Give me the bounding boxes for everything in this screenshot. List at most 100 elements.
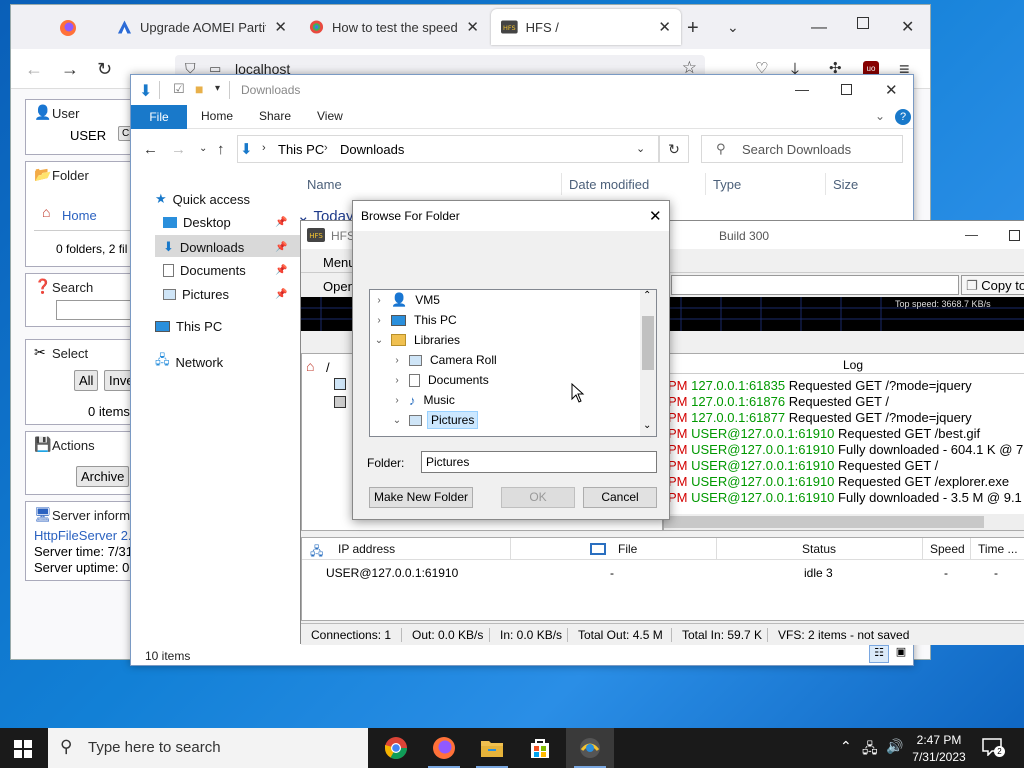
- expand-icon[interactable]: ›: [372, 315, 386, 326]
- vfs-root-label[interactable]: /: [326, 360, 330, 375]
- column-header-speed[interactable]: Speed: [930, 542, 965, 556]
- column-header-time[interactable]: Time ...: [978, 542, 1018, 556]
- column-header-type[interactable]: Type: [713, 177, 741, 192]
- tree-node-pictures[interactable]: ⌄ Pictures: [370, 410, 638, 430]
- scroll-up-icon[interactable]: ⌃: [643, 290, 651, 301]
- tree-node-music[interactable]: › ♪ Music: [370, 390, 638, 410]
- taskbar-hfs[interactable]: [566, 728, 614, 768]
- close-tab-icon[interactable]: ✕: [466, 18, 479, 36]
- nav-pictures[interactable]: Pictures 📌: [163, 287, 287, 302]
- expand-ribbon-icon[interactable]: ⌄: [875, 109, 885, 123]
- tree-node-documents[interactable]: › Documents: [370, 370, 638, 390]
- close-icon[interactable]: ✕: [901, 17, 914, 37]
- expand-icon[interactable]: ›: [372, 295, 386, 306]
- url-field[interactable]: [671, 275, 959, 295]
- folder-input[interactable]: Pictures: [421, 451, 657, 473]
- menu-button[interactable]: Menu: [323, 255, 356, 270]
- column-header-date[interactable]: Date modified: [569, 177, 649, 192]
- address-bar[interactable]: ⬇ › This PC › Downloads ⌄: [237, 135, 659, 163]
- nav-documents[interactable]: Documents 📌: [163, 263, 287, 278]
- expand-icon[interactable]: ›: [390, 395, 404, 406]
- up-icon[interactable]: ↑: [217, 141, 225, 158]
- scrollbar-thumb[interactable]: [642, 316, 654, 370]
- expand-icon[interactable]: ›: [390, 355, 404, 366]
- column-header-ip[interactable]: IP address: [338, 542, 395, 556]
- maximize-icon[interactable]: [1009, 230, 1020, 241]
- close-tab-icon[interactable]: ✕: [274, 18, 287, 36]
- help-icon[interactable]: ?: [895, 109, 911, 125]
- details-view-icon[interactable]: ☷: [869, 645, 889, 663]
- tree-node-vm5[interactable]: › 👤 VM5: [370, 290, 638, 310]
- server-name-link[interactable]: HttpFileServer 2.3: [34, 528, 139, 543]
- recent-locations-icon[interactable]: ⌄: [199, 143, 207, 154]
- firefox-icon[interactable]: [59, 19, 77, 37]
- network-status-icon[interactable]: 🖧: [862, 738, 878, 762]
- new-tab-icon[interactable]: +: [687, 17, 699, 40]
- new-folder-icon[interactable]: ■: [195, 81, 203, 97]
- tab-hfs[interactable]: HFS HFS / ✕: [491, 9, 681, 45]
- minimize-icon[interactable]: —: [811, 19, 827, 37]
- windows-start-icon[interactable]: [14, 740, 32, 758]
- scrollbar-thumb[interactable]: [664, 516, 984, 528]
- breadcrumb-this-pc[interactable]: This PC: [278, 142, 324, 157]
- close-icon[interactable]: ✕: [649, 207, 662, 225]
- chevron-down-icon[interactable]: ⌄: [727, 19, 739, 36]
- large-icons-view-icon[interactable]: ▣: [891, 645, 911, 663]
- file-icon[interactable]: [334, 396, 346, 408]
- minimize-icon[interactable]: —: [795, 81, 809, 97]
- notifications-icon[interactable]: 2: [982, 738, 1005, 757]
- volume-icon[interactable]: 🔊: [886, 738, 903, 755]
- maximize-icon[interactable]: [841, 84, 852, 95]
- forward-icon[interactable]: →: [61, 59, 79, 80]
- forward-icon[interactable]: →: [171, 141, 186, 158]
- taskbar-chrome[interactable]: [372, 728, 420, 768]
- chevron-down-icon[interactable]: ⌄: [636, 142, 645, 155]
- open-in-browser-button[interactable]: Open: [323, 279, 355, 294]
- nav-quick-access[interactable]: ★ Quick access: [155, 191, 250, 207]
- tree-node-this-pc[interactable]: › This PC: [370, 310, 638, 330]
- home-link[interactable]: Home: [62, 208, 97, 223]
- maximize-icon[interactable]: [857, 17, 869, 29]
- taskbar-file-explorer[interactable]: [468, 728, 516, 768]
- nav-network[interactable]: 🖧 Network: [155, 351, 223, 373]
- clock-date[interactable]: 7/31/2023: [908, 750, 970, 764]
- column-header-file[interactable]: File: [618, 542, 637, 556]
- taskbar-firefox[interactable]: [420, 728, 468, 768]
- copy-to-clipboard-button[interactable]: ❐ Copy to: [961, 275, 1024, 295]
- nav-downloads[interactable]: ⬇ Downloads 📌: [163, 239, 287, 255]
- clock-time[interactable]: 2:47 PM: [914, 733, 964, 747]
- table-row[interactable]: USER@127.0.0.1:61910 - idle 3 - -: [302, 562, 1024, 582]
- file-icon[interactable]: [334, 378, 346, 390]
- column-header-size[interactable]: Size: [833, 177, 858, 192]
- ribbon-tab-file[interactable]: File: [131, 105, 187, 129]
- ribbon-tab-view[interactable]: View: [317, 109, 343, 123]
- vertical-scrollbar[interactable]: ⌃ ⌄: [640, 290, 656, 436]
- expand-icon[interactable]: ›: [390, 375, 404, 386]
- breadcrumb-downloads[interactable]: Downloads: [340, 142, 404, 157]
- nav-desktop[interactable]: Desktop 📌: [163, 215, 287, 230]
- properties-icon[interactable]: ☑: [173, 81, 185, 97]
- close-tab-icon[interactable]: ✕: [658, 18, 671, 36]
- tree-node-camera-roll[interactable]: › Camera Roll: [370, 350, 638, 370]
- make-new-folder-button[interactable]: Make New Folder: [369, 487, 473, 508]
- select-all-button[interactable]: All: [74, 370, 99, 391]
- tree-node-libraries[interactable]: ⌄ Libraries: [370, 330, 638, 350]
- tab-aomei[interactable]: Upgrade AOMEI Partition ✕: [107, 9, 297, 45]
- cancel-button[interactable]: Cancel: [583, 487, 657, 508]
- close-icon[interactable]: ✕: [885, 81, 898, 99]
- quick-access-toolbar-dropdown-icon[interactable]: ▾: [215, 83, 220, 94]
- ribbon-tab-home[interactable]: Home: [201, 109, 233, 123]
- tab-speed-test[interactable]: How to test the speed of ✕: [299, 9, 489, 45]
- back-icon[interactable]: ←: [25, 59, 43, 80]
- back-icon[interactable]: ←: [143, 141, 158, 158]
- reload-icon[interactable]: ↻: [97, 59, 112, 80]
- taskbar-search-box[interactable]: ⚲ Type here to search: [48, 728, 368, 768]
- show-hidden-icons-icon[interactable]: ⌃: [840, 738, 852, 755]
- folder-tree[interactable]: › 👤 VM5 › This PC ⌄ Libraries › Camera R…: [369, 289, 657, 437]
- column-header-status[interactable]: Status: [802, 542, 836, 556]
- horizontal-scrollbar[interactable]: [664, 514, 1024, 530]
- collapse-icon[interactable]: ⌄: [390, 415, 404, 426]
- taskbar-store[interactable]: [516, 728, 564, 768]
- ok-button[interactable]: OK: [501, 487, 575, 508]
- refresh-icon[interactable]: ↻: [659, 135, 689, 163]
